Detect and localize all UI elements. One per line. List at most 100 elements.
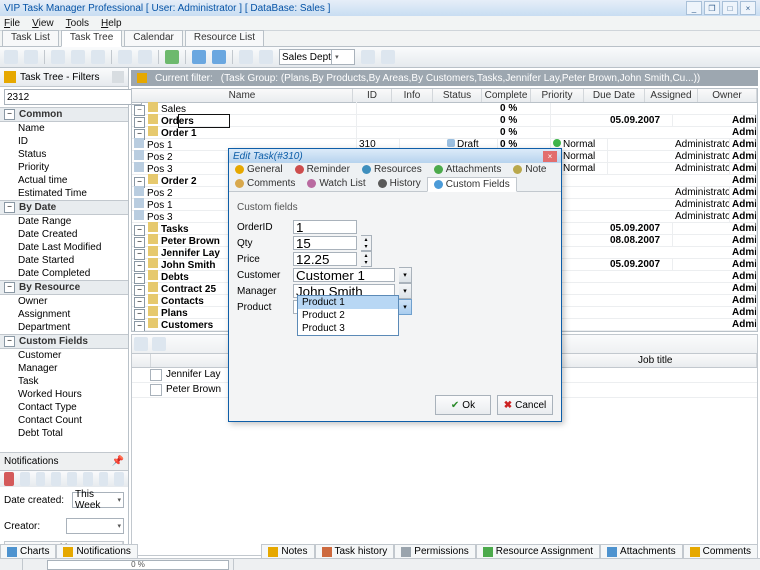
- qty-spinner[interactable]: ▴▾: [361, 235, 372, 251]
- dropdown-option[interactable]: Product 2: [298, 309, 398, 322]
- dialog-close-button[interactable]: ×: [543, 151, 557, 162]
- filter-item[interactable]: Task: [0, 375, 128, 388]
- filter-group[interactable]: −By Date: [0, 200, 128, 215]
- filter-item[interactable]: Assignment: [0, 308, 128, 321]
- redo-icon[interactable]: [212, 50, 226, 64]
- column-header[interactable]: Priority: [531, 89, 584, 102]
- bottom-tab-comments[interactable]: Comments: [683, 544, 758, 559]
- toolbar-icon[interactable]: [138, 50, 152, 64]
- toolbar-icon[interactable]: [259, 50, 273, 64]
- checkbox[interactable]: [150, 369, 162, 381]
- column-header[interactable]: Assigned: [645, 89, 698, 102]
- toolbar-icon[interactable]: [4, 50, 18, 64]
- toolbar-icon[interactable]: [51, 50, 65, 64]
- bottom-tab-task-history[interactable]: Task history: [315, 544, 395, 559]
- filter-item[interactable]: Name: [0, 122, 128, 135]
- tab-resources[interactable]: Resources: [356, 163, 428, 176]
- filter-group[interactable]: −By Resource: [0, 280, 128, 295]
- filter-item[interactable]: Contact Type: [0, 401, 128, 414]
- filter-item[interactable]: Date Completed: [0, 267, 128, 280]
- filter-item[interactable]: Debt Total: [0, 427, 128, 440]
- tab-task-tree[interactable]: Task Tree: [61, 30, 122, 47]
- tab-task-list[interactable]: Task List: [2, 30, 59, 46]
- column-header[interactable]: Status: [433, 89, 482, 102]
- filter-item[interactable]: Date Range: [0, 215, 128, 228]
- price-input[interactable]: [293, 252, 357, 266]
- qty-input[interactable]: [293, 236, 357, 250]
- dropdown-caret-icon[interactable]: ▾: [399, 283, 412, 299]
- nav-arrow-icon[interactable]: [67, 472, 77, 486]
- price-spinner[interactable]: ▴▾: [361, 251, 372, 267]
- bottom-tab-resource-assignment[interactable]: Resource Assignment: [476, 544, 600, 559]
- menu-view[interactable]: View: [32, 18, 54, 29]
- refresh-icon[interactable]: [165, 50, 179, 64]
- dropdown-caret-icon[interactable]: ▾: [399, 267, 412, 283]
- filter-item[interactable]: Department: [0, 321, 128, 334]
- filter-group[interactable]: −Common: [0, 107, 128, 122]
- ok-button[interactable]: ✔Ok: [435, 395, 491, 415]
- filter-search-input[interactable]: [4, 89, 142, 105]
- filter-item[interactable]: Date Started: [0, 254, 128, 267]
- bottom-tab-attachments[interactable]: Attachments: [600, 544, 683, 559]
- nav-arrow-icon[interactable]: [20, 472, 30, 486]
- toolbar-icon[interactable]: [99, 472, 109, 486]
- tab-attachments[interactable]: Attachments: [428, 163, 508, 176]
- toolbar-icon[interactable]: [381, 50, 395, 64]
- menu-tools[interactable]: Tools: [66, 18, 89, 29]
- delete-icon[interactable]: [4, 472, 14, 486]
- menu-help[interactable]: Help: [101, 18, 122, 29]
- menu-file[interactable]: File: [4, 18, 20, 29]
- toolbar-icon[interactable]: [134, 337, 148, 351]
- bottom-tab-permissions[interactable]: Permissions: [394, 544, 475, 559]
- tab-resource-list[interactable]: Resource List: [185, 30, 264, 46]
- orderid-input[interactable]: [293, 220, 357, 234]
- filter-item[interactable]: Estimated Time: [0, 187, 128, 200]
- toolbar-icon[interactable]: [118, 50, 132, 64]
- bottom-tab-notifications[interactable]: Notifications: [56, 544, 137, 559]
- customer-select[interactable]: [293, 268, 395, 282]
- tab-comments[interactable]: Comments: [229, 176, 301, 191]
- bottom-tab-notes[interactable]: Notes: [261, 544, 314, 559]
- dropdown-option[interactable]: Product 1: [298, 296, 398, 309]
- column-header[interactable]: Due Date: [584, 89, 645, 102]
- toolbar-icon[interactable]: [361, 50, 375, 64]
- filter-item[interactable]: ID: [0, 135, 128, 148]
- date-created-select[interactable]: This Week▾: [72, 492, 124, 508]
- close-button[interactable]: ×: [740, 1, 756, 15]
- checkbox[interactable]: [150, 384, 162, 396]
- filter-item[interactable]: Date Last Modified: [0, 241, 128, 254]
- column-header[interactable]: Owner: [698, 89, 757, 102]
- tab-general[interactable]: General: [229, 163, 289, 176]
- toolbar-icon[interactable]: [152, 337, 166, 351]
- notifications-header[interactable]: Notifications 📌: [0, 452, 128, 471]
- column-header[interactable]: Name: [132, 89, 353, 102]
- toolbar-icon[interactable]: [114, 472, 124, 486]
- filter-item[interactable]: Worked Hours: [0, 388, 128, 401]
- minimize-button[interactable]: _: [686, 1, 702, 15]
- toolbar-icon[interactable]: [83, 472, 93, 486]
- restore-button[interactable]: ❐: [704, 1, 720, 15]
- tab-note[interactable]: Note: [507, 163, 552, 176]
- undo-icon[interactable]: [192, 50, 206, 64]
- dropdown-option[interactable]: Product 3: [298, 322, 398, 335]
- checkbox-column-header[interactable]: [132, 354, 151, 367]
- creator-select[interactable]: ▾: [66, 518, 124, 534]
- tab-history[interactable]: History: [372, 176, 427, 191]
- toolbar-icon[interactable]: [91, 50, 105, 64]
- jobtitle-column-header[interactable]: Job title: [555, 354, 758, 367]
- toolbar-icon[interactable]: [239, 50, 253, 64]
- toolbar-icon[interactable]: [24, 50, 38, 64]
- filter-item[interactable]: Owner: [0, 295, 128, 308]
- column-header[interactable]: Info: [392, 89, 433, 102]
- column-header[interactable]: ID: [353, 89, 392, 102]
- department-selector[interactable]: Sales Dept▾: [279, 49, 355, 65]
- filter-item[interactable]: Status: [0, 148, 128, 161]
- nav-arrow-icon[interactable]: [51, 472, 61, 486]
- toolbar-icon[interactable]: [71, 50, 85, 64]
- pin-icon[interactable]: [112, 71, 124, 83]
- maximize-button[interactable]: □: [722, 1, 738, 15]
- filter-group[interactable]: −Custom Fields: [0, 334, 128, 349]
- nav-arrow-icon[interactable]: [36, 472, 46, 486]
- filter-item[interactable]: Date Created: [0, 228, 128, 241]
- filter-item[interactable]: Priority: [0, 161, 128, 174]
